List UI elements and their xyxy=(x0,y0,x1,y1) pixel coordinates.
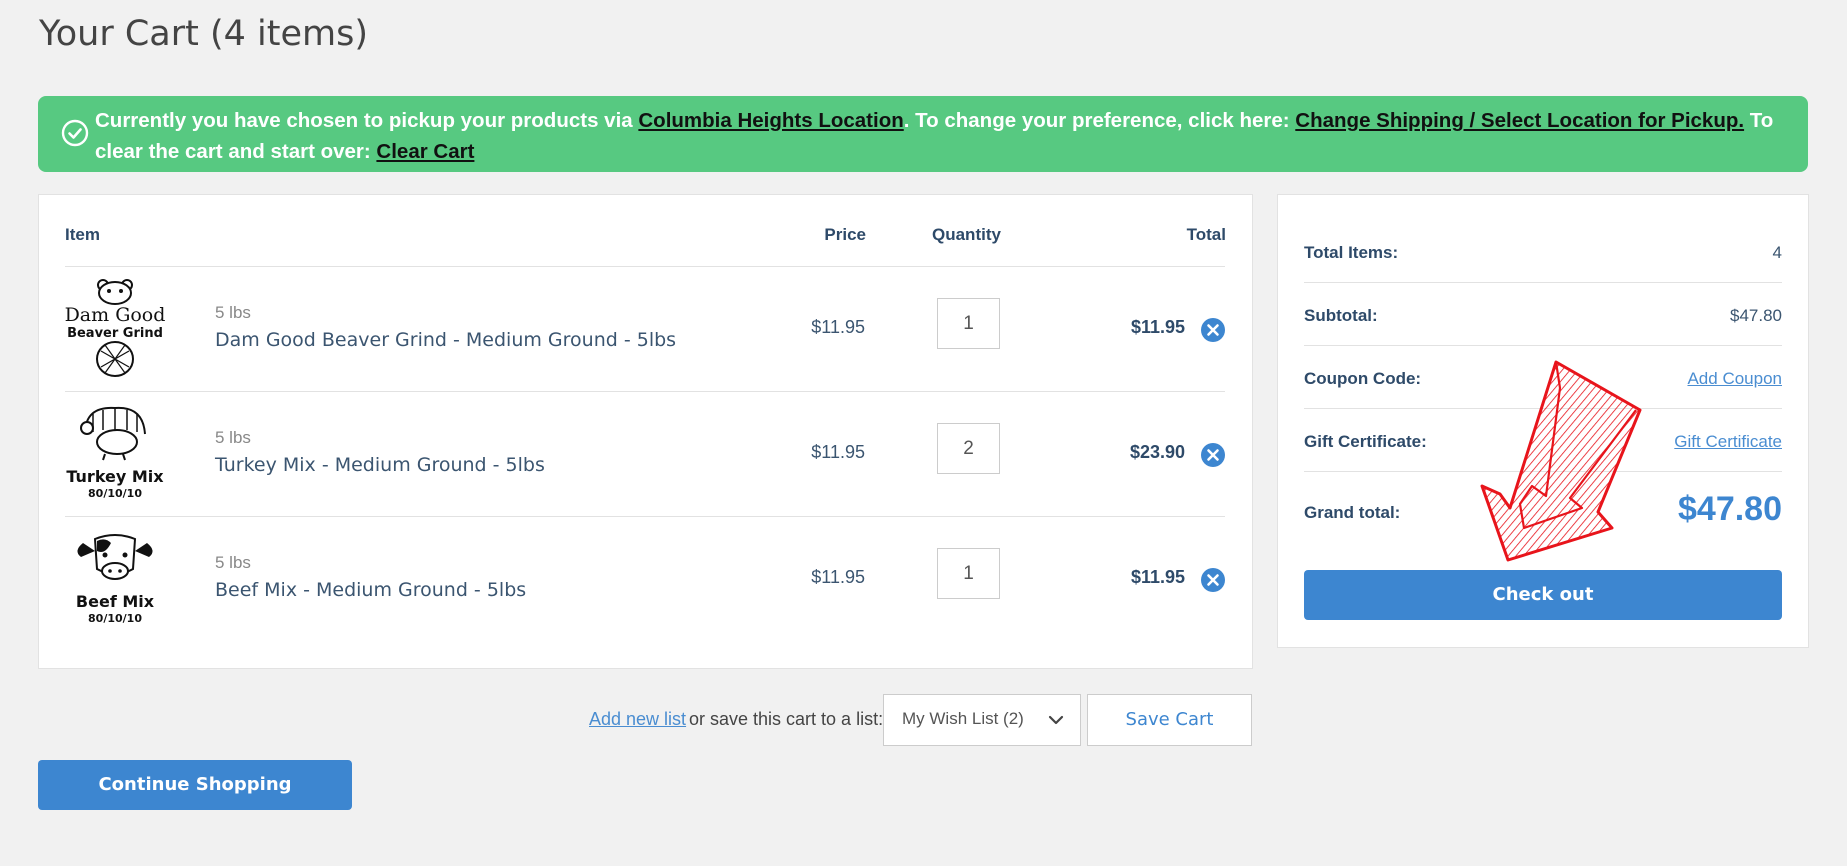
wishlist-select[interactable]: My Wish List (2) xyxy=(883,694,1081,746)
item-price: $11.95 xyxy=(811,442,865,462)
logo-text-2: Beaver Grind xyxy=(67,326,163,341)
checkout-button[interactable]: Check out xyxy=(1304,570,1782,620)
item-name-link[interactable]: Turkey Mix - Medium Ground - 5lbs xyxy=(215,454,545,476)
add-coupon-link[interactable]: Add Coupon xyxy=(1687,369,1782,389)
item-unit: 5 lbs xyxy=(215,428,251,447)
quantity-input[interactable]: 1 xyxy=(937,298,1000,349)
chevron-down-icon xyxy=(1048,715,1064,725)
item-price: $11.95 xyxy=(811,317,865,337)
page-title: Your Cart (4 items) xyxy=(39,14,368,54)
cart-table: Item Price Quantity Total Dam Good Beave… xyxy=(38,194,1253,669)
summary-grand-total: Grand total: $47.80 xyxy=(1304,473,1782,553)
grand-total-value: $47.80 xyxy=(1678,490,1782,528)
summary-subtotal: Subtotal: $47.80 xyxy=(1304,284,1782,346)
save-to-list-text: or save this cart to a list: xyxy=(689,709,884,729)
subtotal-label: Subtotal: xyxy=(1304,306,1378,325)
logo-text-1: Dam Good xyxy=(65,304,165,326)
beaver-logo-image: Dam Good Beaver Grind xyxy=(65,279,165,377)
banner-text-1: Currently you have chosen to pickup your… xyxy=(95,109,639,132)
cart-row: Dam Good Beaver Grind 5 lbs Dam Good Bea… xyxy=(65,267,1225,392)
header-total: Total xyxy=(1186,225,1226,244)
logo-text-2: 80/10/10 xyxy=(88,487,142,500)
logo-text-1: Turkey Mix xyxy=(66,467,164,486)
change-shipping-link[interactable]: Change Shipping / Select Location for Pi… xyxy=(1295,109,1744,132)
gift-certificate-label: Gift Certificate: xyxy=(1304,432,1427,451)
wishlist-selected-value: My Wish List (2) xyxy=(902,709,1024,728)
grand-total-label: Grand total: xyxy=(1304,503,1401,522)
turkey-logo-image: Turkey Mix 80/10/10 xyxy=(66,406,164,500)
quantity-input[interactable]: 2 xyxy=(937,423,1000,474)
header-quantity: Quantity xyxy=(932,225,1001,244)
remove-item-icon[interactable] xyxy=(1201,318,1225,342)
cow-logo-image: Beef Mix 80/10/10 xyxy=(76,534,155,625)
logo-text-2: 80/10/10 xyxy=(88,612,142,625)
gift-certificate-link[interactable]: Gift Certificate xyxy=(1674,432,1782,452)
cart-table-header: Item Price Quantity Total xyxy=(39,225,1252,265)
header-item: Item xyxy=(65,225,100,244)
item-total: $11.95 xyxy=(1130,317,1185,337)
item-price: $11.95 xyxy=(811,567,865,587)
coupon-label: Coupon Code: xyxy=(1304,369,1422,388)
save-cart-button[interactable]: Save Cart xyxy=(1087,694,1252,746)
continue-shopping-button[interactable]: Continue Shopping xyxy=(38,760,352,810)
item-unit: 5 lbs xyxy=(215,303,251,322)
item-total: $11.95 xyxy=(1130,567,1185,587)
header-price: Price xyxy=(824,225,866,244)
summary-total-items: Total Items: 4 xyxy=(1304,221,1782,283)
cart-row: Turkey Mix 80/10/10 5 lbs Turkey Mix - M… xyxy=(65,392,1225,517)
item-name-link[interactable]: Beef Mix - Medium Ground - 5lbs xyxy=(215,579,526,601)
total-items-value: 4 xyxy=(1772,243,1782,262)
item-unit: 5 lbs xyxy=(215,553,251,572)
summary-gift: Gift Certificate: Gift Certificate xyxy=(1304,410,1782,472)
order-summary: Total Items: 4 Subtotal: $47.80 Coupon C… xyxy=(1277,194,1809,648)
item-total: $23.90 xyxy=(1129,442,1185,462)
banner-text-2: . To change your preference, click here: xyxy=(903,109,1296,132)
logo-text-1: Beef Mix xyxy=(76,592,155,611)
total-items-label: Total Items: xyxy=(1304,243,1399,262)
remove-item-icon[interactable] xyxy=(1201,443,1225,467)
subtotal-value: $47.80 xyxy=(1730,306,1782,325)
clear-cart-link[interactable]: Clear Cart xyxy=(376,140,474,163)
item-name-link[interactable]: Dam Good Beaver Grind - Medium Ground - … xyxy=(215,329,676,351)
remove-item-icon[interactable] xyxy=(1201,568,1225,592)
cart-row: Beef Mix 80/10/10 5 lbs Beef Mix - Mediu… xyxy=(65,517,1225,642)
location-link[interactable]: Columbia Heights Location xyxy=(638,109,903,132)
quantity-input[interactable]: 1 xyxy=(937,548,1000,599)
check-circle-icon xyxy=(61,119,89,147)
summary-coupon: Coupon Code: Add Coupon xyxy=(1304,347,1782,409)
add-new-list-link[interactable]: Add new list xyxy=(589,709,686,730)
pickup-notice-banner: Currently you have chosen to pickup your… xyxy=(38,96,1808,172)
